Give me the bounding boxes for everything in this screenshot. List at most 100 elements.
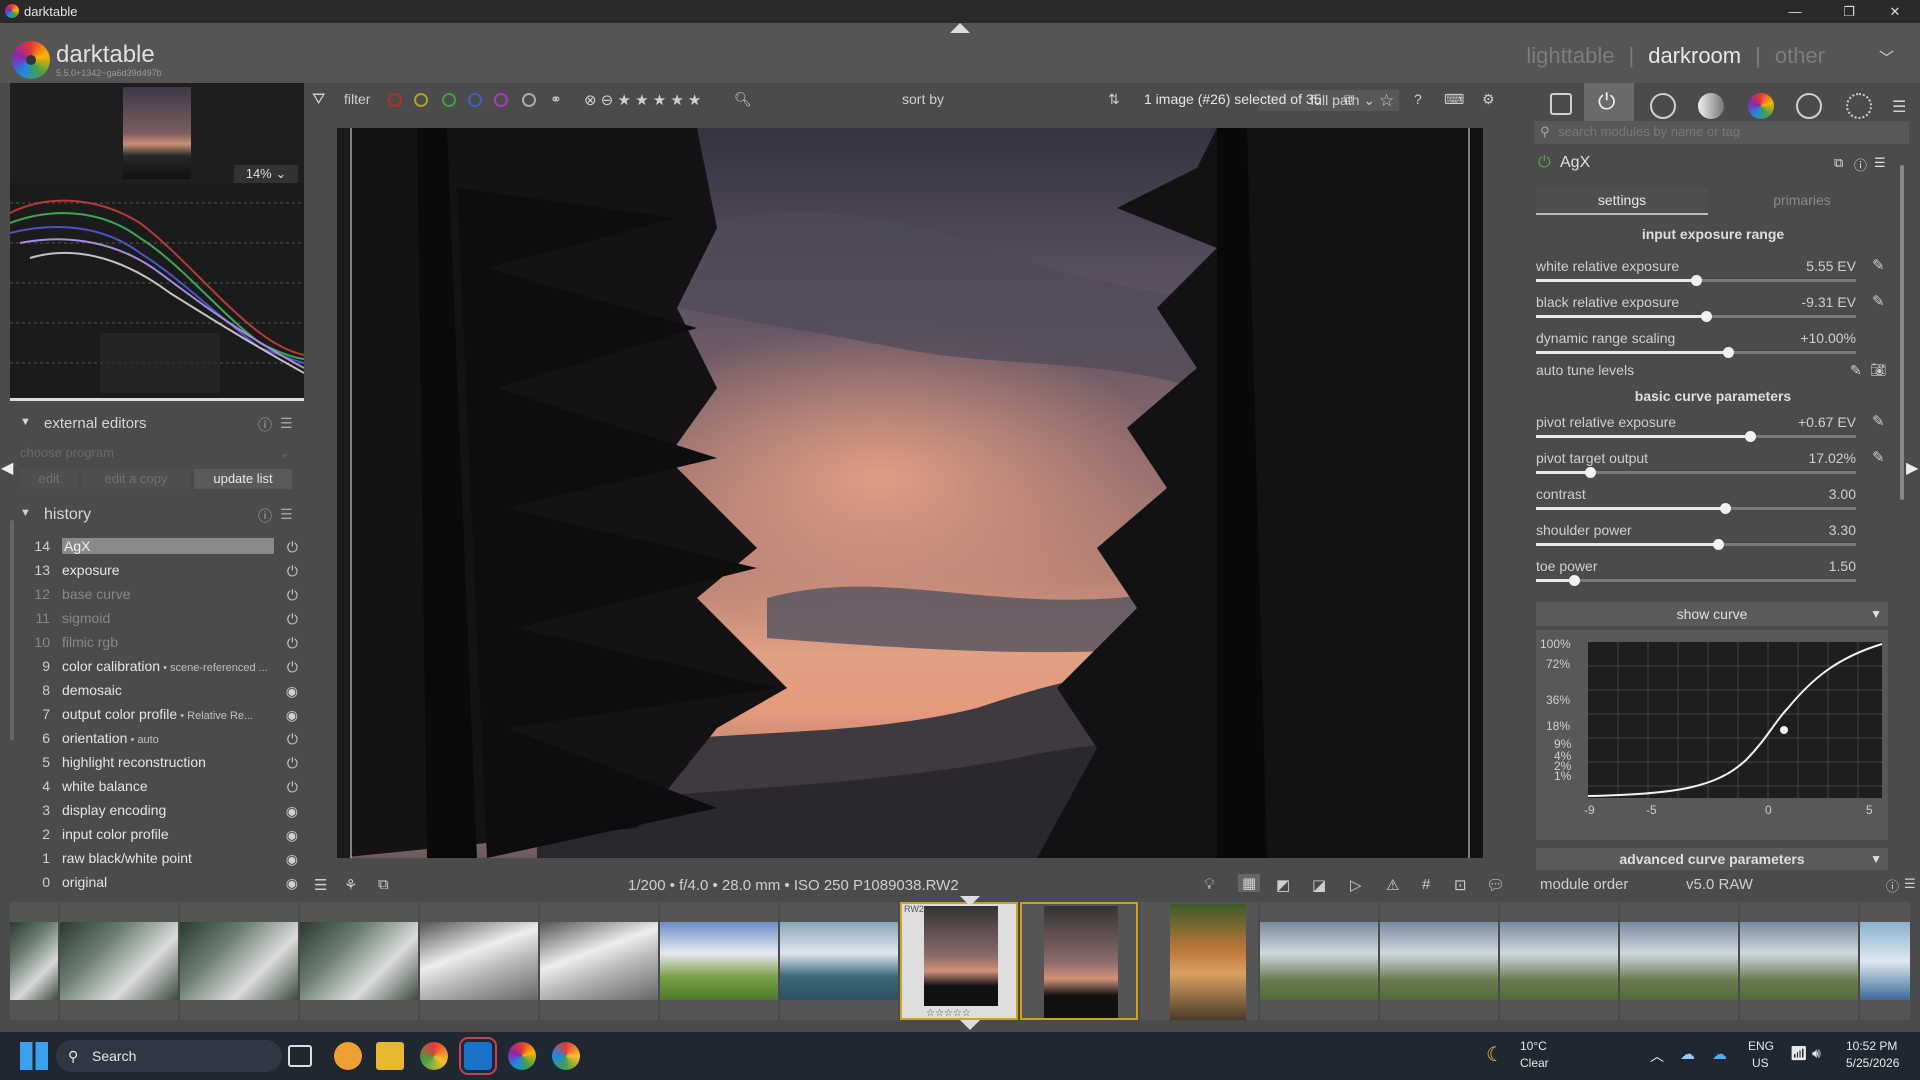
tab-primaries[interactable]: primaries	[1716, 187, 1888, 215]
navigation-thumbnail[interactable]: 14% ⌄	[10, 83, 304, 183]
filmstrip-thumb[interactable]	[180, 902, 298, 1020]
gear-icon[interactable]: ⚙	[1482, 91, 1495, 108]
clock-date[interactable]: 5/25/2026	[1846, 1056, 1899, 1070]
choose-program-dropdown[interactable]: choose program ⌄	[20, 445, 290, 461]
slider-contrast[interactable]: contrast 3.00	[1536, 486, 1856, 518]
onedrive-icon[interactable]: ☁	[1712, 1045, 1727, 1063]
picker-icon[interactable]: ✎	[1850, 362, 1862, 379]
purple-label-icon[interactable]	[494, 93, 508, 107]
collapse-top-panel-arrow[interactable]	[950, 23, 970, 33]
advanced-curve-parameters-toggle[interactable]: advanced curve parameters ▼	[1536, 848, 1888, 870]
star-overlay-icon[interactable]: ☆	[1379, 91, 1394, 111]
color-picker-icon[interactable]: ✎	[1872, 448, 1920, 466]
history-item[interactable]: 9 color calibration • scene-referenced ..…	[32, 658, 302, 680]
chrome-icon[interactable]	[420, 1042, 448, 1070]
collapse-filmstrip-arrow[interactable]	[960, 896, 980, 906]
slider-handle[interactable]	[1745, 431, 1757, 442]
history-item[interactable]: 5 highlight reconstruction ⏻	[32, 754, 302, 776]
green-label-icon[interactable]	[442, 93, 456, 107]
filmstrip-thumb[interactable]	[60, 902, 178, 1020]
history-item[interactable]: 6 orientation • auto ⏻	[32, 730, 302, 752]
history-item[interactable]: 11 sigmoid ⏻	[32, 610, 302, 632]
reset-icon[interactable]: ⓘ	[258, 506, 272, 526]
slider-toe-power[interactable]: toe power 1.50	[1536, 558, 1856, 590]
view-other[interactable]: other	[1775, 43, 1825, 68]
module-order-value[interactable]: v5.0 RAW	[1686, 876, 1753, 893]
view-darkroom[interactable]: darkroom	[1648, 43, 1741, 68]
color-assessment-icon[interactable]: ◩	[1276, 876, 1290, 894]
slider-dynamic-range-scaling[interactable]: dynamic range scaling +10.00%	[1536, 330, 1856, 362]
slider-handle[interactable]	[1585, 467, 1597, 478]
correct-modules-icon[interactable]	[1796, 93, 1822, 119]
blue-label-icon[interactable]	[468, 93, 482, 107]
styles-icon[interactable]: ⚘	[344, 876, 357, 894]
effect-modules-icon[interactable]	[1846, 93, 1872, 119]
volume-icon[interactable]: 🔊︎	[1812, 1045, 1821, 1062]
file-explorer-icon[interactable]	[376, 1042, 404, 1070]
filmstrip-thumb[interactable]	[420, 902, 538, 1020]
main-photo[interactable]	[337, 128, 1483, 858]
taskbar-search-box[interactable]: ⚲ Search	[56, 1040, 282, 1072]
search-icon[interactable]: 🔍︎	[734, 91, 752, 108]
any-label-icon[interactable]	[522, 93, 536, 107]
clock-time[interactable]: 10:52 PM	[1846, 1039, 1897, 1053]
rating-filter[interactable]: ⊗ ⊖ ★ ★ ★ ★ ★	[584, 91, 701, 109]
filmstrip-thumb[interactable]	[780, 902, 898, 1020]
left-panel-toggle-arrow[interactable]: ◀	[1, 458, 13, 478]
edit-button[interactable]: edit	[20, 469, 78, 489]
overlay-icon[interactable]: ⊡	[1454, 876, 1467, 894]
show-curve-toggle[interactable]: show curve ▼	[1536, 602, 1888, 626]
close-button[interactable]: ✕	[1872, 2, 1918, 22]
reset-icon[interactable]: ⓘ	[258, 415, 272, 435]
history-item[interactable]: 2 input color profile ◉	[32, 826, 302, 848]
comment-icon[interactable]: 💬︎	[1486, 876, 1505, 894]
label-operator-icon[interactable]: ⚭	[550, 91, 562, 108]
history-item[interactable]: 12 base curve ⏻	[32, 586, 302, 608]
history-item[interactable]: 0 original ◉	[32, 874, 302, 896]
yellow-label-icon[interactable]	[414, 93, 428, 107]
filmstrip-thumb[interactable]	[540, 902, 658, 1020]
keyboard-shortcuts-icon[interactable]: ⌨	[1444, 91, 1464, 108]
filmstrip-thumb[interactable]	[1380, 902, 1498, 1020]
histogram[interactable]	[10, 183, 304, 401]
help-icon[interactable]: ?	[1414, 91, 1422, 107]
gamut-check-icon[interactable]: ⚠	[1386, 876, 1399, 894]
softproof-icon[interactable]: ▷	[1350, 876, 1362, 894]
red-label-icon[interactable]	[388, 93, 402, 107]
slider-black-relative-exposure[interactable]: black relative exposure -9.31 EV	[1536, 294, 1856, 326]
color-picker-icon[interactable]: ✎	[1872, 256, 1920, 274]
filmstrip-thumb[interactable]	[1500, 902, 1618, 1020]
base-modules-icon[interactable]	[1650, 93, 1676, 119]
presets-menu-icon[interactable]: ☰	[1904, 876, 1916, 892]
filmstrip-thumb[interactable]	[1740, 902, 1858, 1020]
reset-icon[interactable]: ⓘ	[1886, 876, 1899, 895]
history-header[interactable]: ▼ history ⓘ ☰	[10, 501, 304, 529]
filmstrip-thumb-current[interactable]	[1020, 902, 1138, 1020]
filmstrip-thumb[interactable]	[10, 902, 58, 1020]
outlook-icon[interactable]	[459, 1037, 497, 1075]
chevron-down-icon[interactable]: ﹀	[1879, 47, 1894, 68]
chrome-alt-icon[interactable]	[552, 1042, 580, 1070]
darktable-taskbar-icon[interactable]	[508, 1042, 536, 1070]
module-power-icon[interactable]: ⏻	[1538, 154, 1551, 172]
edit-copy-button[interactable]: edit a copy	[82, 469, 190, 489]
filmstrip-thumb[interactable]	[1860, 902, 1910, 1020]
minimize-button[interactable]: —	[1772, 2, 1818, 22]
filmstrip-thumb[interactable]	[1620, 902, 1738, 1020]
slider-handle[interactable]	[1723, 347, 1734, 358]
presets-menu-icon[interactable]: ☰	[280, 415, 293, 432]
presets-menu-icon[interactable]: ☰	[280, 506, 293, 523]
windows-start-icon[interactable]	[20, 1042, 48, 1070]
filmstrip-thumb[interactable]	[1140, 902, 1258, 1020]
color-picker-icon[interactable]: ✎	[1872, 292, 1920, 310]
slider-pivot-relative-exposure[interactable]: pivot relative exposure +0.67 EV	[1536, 414, 1856, 446]
wifi-icon[interactable]: 📶︎	[1790, 1045, 1808, 1062]
sort-order-icon[interactable]: ⇅	[1108, 91, 1120, 108]
chevron-up-icon[interactable]: ︿	[1650, 1046, 1664, 1066]
iso12646-icon[interactable]: 💡︎	[1204, 876, 1215, 893]
history-item[interactable]: 13 exposure ⏻	[32, 562, 302, 584]
color-picker-icon[interactable]: ✎	[1872, 412, 1920, 430]
history-item[interactable]: 1 raw black/white point ◉	[32, 850, 302, 872]
color-modules-icon[interactable]	[1748, 93, 1774, 119]
external-editors-header[interactable]: ▼ external editors ⓘ ☰	[10, 410, 304, 438]
